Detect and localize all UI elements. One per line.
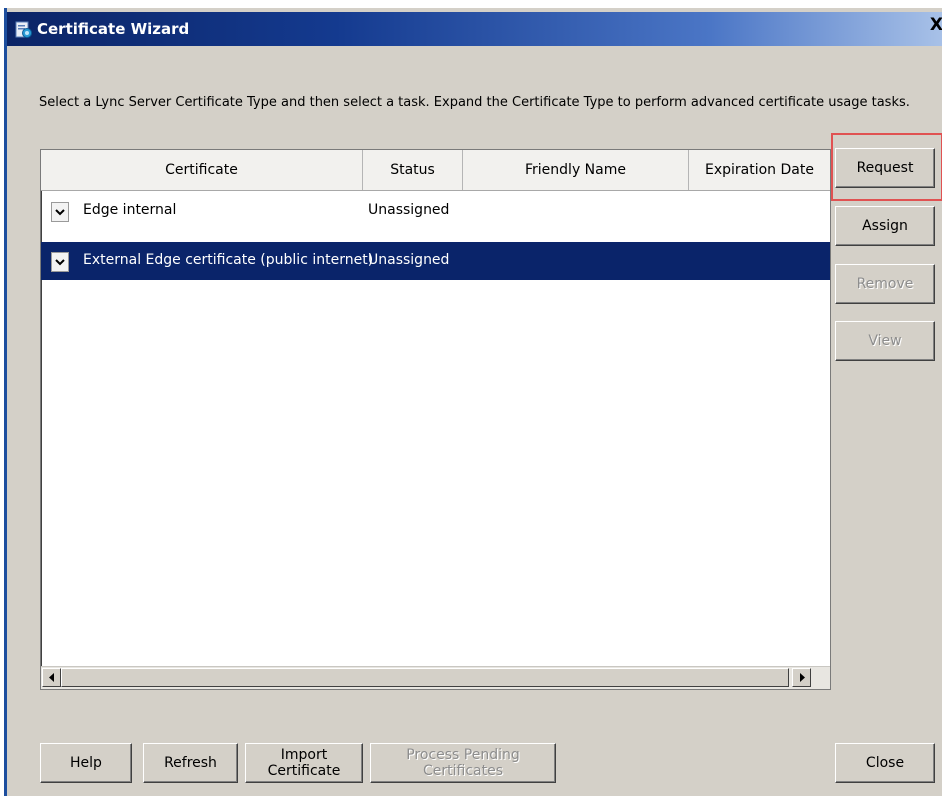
status-cell: Unassigned — [368, 202, 450, 218]
arrow-left-icon[interactable] — [42, 668, 61, 687]
table-row[interactable]: Edge internal Unassigned — [41, 192, 830, 230]
refresh-button[interactable]: Refresh — [143, 743, 238, 783]
chevron-down-icon[interactable] — [51, 252, 69, 272]
column-header-expiration-date[interactable]: Expiration Date — [689, 150, 830, 190]
certificate-wizard-window: Certificate Wizard X Select a Lync Serve… — [4, 8, 942, 796]
column-header-status[interactable]: Status — [363, 150, 463, 190]
view-button[interactable]: View — [835, 321, 935, 361]
chevron-down-icon[interactable] — [51, 202, 69, 222]
certificate-grid: Certificate Status Friendly Name Expirat… — [40, 149, 831, 690]
import-certificate-button[interactable]: Import Certificate — [245, 743, 363, 783]
grid-header: Certificate Status Friendly Name Expirat… — [41, 150, 830, 191]
certificate-icon — [15, 21, 33, 39]
process-pending-certificates-button[interactable]: Process Pending Certificates — [370, 743, 556, 783]
certificate-type-cell: Edge internal — [83, 202, 177, 218]
close-button[interactable]: Close — [835, 743, 935, 783]
column-header-certificate[interactable]: Certificate — [41, 150, 363, 190]
request-button[interactable]: Request — [835, 148, 935, 188]
help-button[interactable]: Help — [40, 743, 132, 783]
scrollbar-thumb[interactable] — [61, 668, 789, 687]
horizontal-scrollbar[interactable] — [41, 666, 830, 689]
remove-button[interactable]: Remove — [835, 264, 935, 304]
certificate-type-cell: External Edge certificate (public intern… — [83, 252, 374, 268]
assign-button[interactable]: Assign — [835, 206, 935, 246]
window-title: Certificate Wizard — [37, 20, 190, 38]
arrow-right-icon[interactable] — [792, 668, 811, 687]
close-window-button[interactable]: X — [930, 15, 942, 35]
instructions-text: Select a Lync Server Certificate Type an… — [39, 95, 910, 110]
column-header-friendly-name[interactable]: Friendly Name — [463, 150, 689, 190]
status-cell: Unassigned — [368, 252, 450, 268]
title-bar: Certificate Wizard — [7, 12, 942, 46]
table-row[interactable]: External Edge certificate (public intern… — [41, 242, 830, 280]
